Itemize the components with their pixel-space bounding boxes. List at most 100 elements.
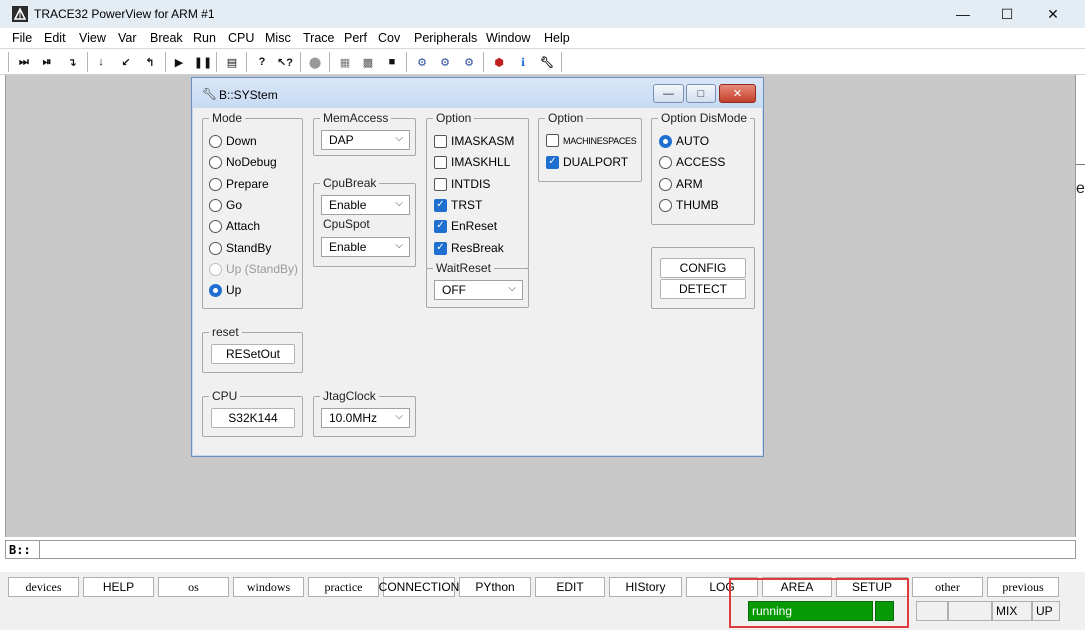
checkbox-label: TRST xyxy=(451,198,483,212)
step-into-icon[interactable]: ↴ xyxy=(62,53,82,71)
cpu3-icon[interactable]: ⚙ xyxy=(459,53,479,71)
softkey-other[interactable]: other xyxy=(912,577,983,597)
up-level-icon[interactable]: ↰ xyxy=(140,53,160,71)
trst-checkbox[interactable]: ✓ TRST xyxy=(434,198,482,212)
option2-group-title: Option xyxy=(545,111,587,125)
wrench-icon[interactable]: 🔧︎ xyxy=(537,53,557,71)
trace32-logo-icon xyxy=(12,6,28,22)
detect-button[interactable]: DETECT xyxy=(660,279,746,299)
waitreset-select[interactable]: OFF ⌵ xyxy=(434,280,523,300)
minimize-button[interactable]: — xyxy=(940,0,986,28)
menu-misc[interactable]: Misc xyxy=(265,31,291,45)
grid2-icon[interactable]: ▩ xyxy=(358,53,378,71)
close-button[interactable]: ✕ xyxy=(1030,0,1076,28)
cpuspot-select[interactable]: Enable ⌵ xyxy=(321,237,410,257)
menu-cov[interactable]: Cov xyxy=(378,31,400,45)
menu-break[interactable]: Break xyxy=(150,31,183,45)
dialog-title-bar[interactable]: 🔧︎ B::SYStem — □ ✕ xyxy=(192,78,763,108)
menu-help[interactable]: Help xyxy=(544,31,570,45)
cpu-icon[interactable]: ⚙ xyxy=(412,53,432,71)
softkey-windows[interactable]: windows xyxy=(233,577,304,597)
imaskasm-checkbox[interactable]: IMASKASM xyxy=(434,134,514,148)
step-icon[interactable]: ⏭ xyxy=(14,53,34,71)
return-icon[interactable]: ↙ xyxy=(116,53,136,71)
radio-selected-icon xyxy=(209,283,222,297)
resetout-button[interactable]: RESetOut xyxy=(211,344,295,364)
stop-circle-icon[interactable]: ⬤ xyxy=(305,53,325,71)
mode-radio-go[interactable]: Go xyxy=(209,198,242,212)
mode-radio-down[interactable]: Down xyxy=(209,134,257,148)
dialog-close-button[interactable]: ✕ xyxy=(719,84,756,103)
cpuspot-value: Enable xyxy=(329,240,367,254)
dismode-radio-thumb[interactable]: THUMB xyxy=(659,198,719,212)
window-title: TRACE32 PowerView for ARM #1 xyxy=(34,7,215,21)
cpubreak-select[interactable]: Enable ⌵ xyxy=(321,195,410,215)
cpu2-icon[interactable]: ⚙ xyxy=(435,53,455,71)
softkey-devices[interactable]: devices xyxy=(8,577,79,597)
dualport-checkbox[interactable]: ✓ DUALPORT xyxy=(546,155,628,169)
config-button[interactable]: CONFIG xyxy=(660,258,746,278)
memaccess-select[interactable]: DAP ⌵ xyxy=(321,130,410,150)
softkey-edit[interactable]: EDIT xyxy=(535,577,605,597)
menu-window[interactable]: Window xyxy=(486,31,530,45)
status-cell-empty-2 xyxy=(948,601,992,621)
menu-trace[interactable]: Trace xyxy=(303,31,335,45)
softkey-practice[interactable]: practice xyxy=(308,577,379,597)
help-icon[interactable]: ? xyxy=(252,53,272,71)
menu-cpu[interactable]: CPU xyxy=(228,31,254,45)
imaskhll-checkbox[interactable]: IMASKHLL xyxy=(434,155,510,169)
radio-label: Prepare xyxy=(226,177,269,191)
mode-radio-nodebug[interactable]: NoDebug xyxy=(209,155,277,169)
radio-icon xyxy=(659,155,672,169)
menu-perf[interactable]: Perf xyxy=(344,31,367,45)
bug-icon[interactable]: ⬢ xyxy=(489,53,509,71)
dialog-maximize-button[interactable]: □ xyxy=(686,84,716,103)
menu-edit[interactable]: Edit xyxy=(44,31,66,45)
help-context-icon[interactable]: ↖? xyxy=(275,53,295,71)
menu-view[interactable]: View xyxy=(79,31,106,45)
mode-radio-standby[interactable]: StandBy xyxy=(209,241,271,255)
jtagclock-select[interactable]: 10.0MHz ⌵ xyxy=(321,408,410,428)
softkey-os[interactable]: os xyxy=(158,577,229,597)
machinespaces-checkbox[interactable]: MACHINESPACES xyxy=(546,134,637,147)
dismode-radio-arm[interactable]: ARM xyxy=(659,177,703,191)
menu-file[interactable]: File xyxy=(12,31,32,45)
dismode-radio-access[interactable]: ACCESS xyxy=(659,155,725,169)
maximize-button[interactable]: ☐ xyxy=(984,0,1030,28)
list-icon[interactable]: ▤ xyxy=(222,53,242,71)
softkey-help[interactable]: HELP xyxy=(83,577,154,597)
radio-label: AUTO xyxy=(676,134,710,148)
softkey-previous[interactable]: previous xyxy=(987,577,1059,597)
title-bar: TRACE32 PowerView for ARM #1 — ☐ ✕ xyxy=(0,0,1085,28)
radio-label: StandBy xyxy=(226,241,272,255)
resbreak-checkbox[interactable]: ✓ ResBreak xyxy=(434,241,504,255)
waitreset-group: WaitReset OFF ⌵ xyxy=(426,261,529,308)
chevron-down-icon: ⌵ xyxy=(395,240,403,251)
dismode-radio-auto[interactable]: AUTO xyxy=(659,134,709,148)
dialog-minimize-button[interactable]: — xyxy=(653,84,684,103)
softkey-history[interactable]: HIStory xyxy=(609,577,682,597)
menu-run[interactable]: Run xyxy=(193,31,216,45)
memory-icon[interactable]: ■ xyxy=(382,53,402,71)
mode-radio-attach[interactable]: Attach xyxy=(209,219,260,233)
enreset-checkbox[interactable]: ✓ EnReset xyxy=(434,219,497,233)
go-icon[interactable]: ▶ xyxy=(169,53,189,71)
menu-var[interactable]: Var xyxy=(118,31,137,45)
break-icon[interactable]: ❚❚ xyxy=(193,53,213,71)
grid-icon[interactable]: ▦ xyxy=(335,53,355,71)
menu-peripherals[interactable]: Peripherals xyxy=(414,31,477,45)
status-cell-empty-1 xyxy=(916,601,948,621)
reset-group: reset RESetOut xyxy=(202,325,303,373)
mode-radio-up[interactable]: Up xyxy=(209,283,241,297)
checkbox-label: INTDIS xyxy=(451,177,491,191)
step-over-icon[interactable]: ⏯ xyxy=(37,53,57,71)
down-arrow-icon[interactable]: ↓ xyxy=(91,53,111,71)
softkey-connection[interactable]: CONNECTION xyxy=(379,577,459,597)
softkey-python[interactable]: PYthon xyxy=(459,577,531,597)
cpu-select-button[interactable]: S32K144 xyxy=(211,408,295,428)
command-line[interactable]: B:: xyxy=(5,540,1076,559)
checkbox-label: ResBreak xyxy=(451,241,504,255)
mode-radio-prepare[interactable]: Prepare xyxy=(209,177,269,191)
info-icon[interactable]: ℹ xyxy=(513,53,533,71)
intdis-checkbox[interactable]: INTDIS xyxy=(434,177,490,191)
